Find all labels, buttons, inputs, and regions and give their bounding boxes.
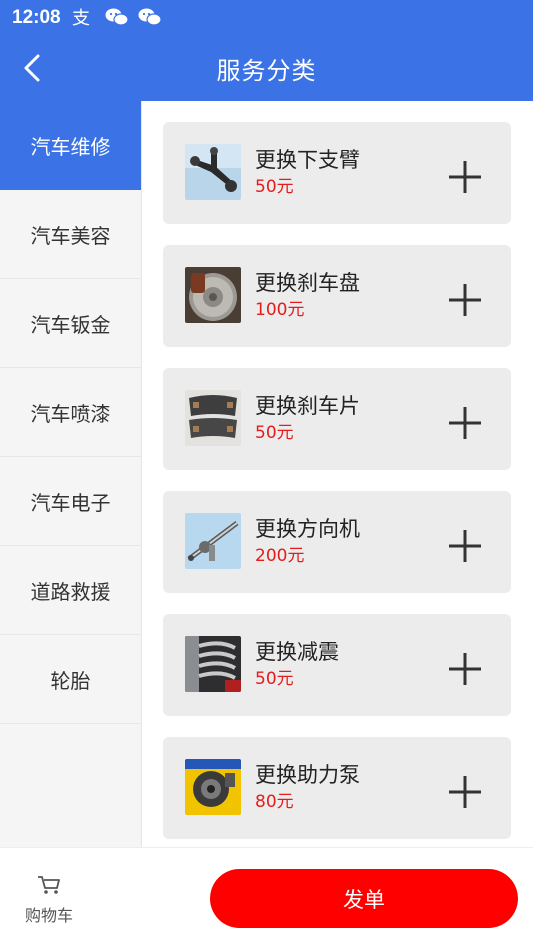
category-label: 汽车钣金 <box>30 312 111 337</box>
service-price: 50元 <box>255 669 294 689</box>
plus-icon <box>449 407 481 439</box>
wechat-icon <box>137 6 162 28</box>
service-card[interactable]: 更换下支臂 50元 <box>163 122 511 224</box>
submit-order-button[interactable]: 发单 <box>210 869 518 928</box>
cart-icon <box>38 876 60 894</box>
service-name: 更换减震 <box>255 640 339 664</box>
service-card[interactable]: 更换刹车盘 100元 <box>163 245 511 347</box>
plus-icon <box>449 776 481 808</box>
service-card[interactable]: 更换减震 50元 <box>163 614 511 716</box>
control-arm-image <box>185 144 241 200</box>
category-item-tires[interactable]: 轮胎 <box>0 635 141 724</box>
service-list: 更换下支臂 50元 更换刹车盘 100元 更换刹车片 50元 更换方向机 200… <box>163 122 511 860</box>
service-name: 更换刹车盘 <box>255 271 360 295</box>
category-item-road-rescue[interactable]: 道路救援 <box>0 546 141 635</box>
category-label: 道路救援 <box>30 579 111 604</box>
add-button[interactable] <box>445 280 485 320</box>
brake-pads-image <box>185 390 241 446</box>
category-item-car-repair[interactable]: 汽车维修 <box>0 101 141 190</box>
service-name: 更换刹车片 <box>255 394 360 418</box>
wechat-icon <box>104 6 129 28</box>
service-name: 更换方向机 <box>255 517 360 541</box>
category-item-car-beauty[interactable]: 汽车美容 <box>0 190 141 279</box>
service-name: 更换下支臂 <box>255 148 360 172</box>
service-price: 80元 <box>255 792 294 812</box>
plus-icon <box>449 161 481 193</box>
service-price: 50元 <box>255 177 294 197</box>
alipay-icon: 支 <box>70 6 94 29</box>
brake-disc-image <box>185 267 241 323</box>
steering-rack-image <box>185 513 241 569</box>
service-price: 100元 <box>255 300 305 320</box>
category-label: 汽车电子 <box>30 490 111 515</box>
add-button[interactable] <box>445 403 485 443</box>
page-title: 服务分类 <box>216 57 317 85</box>
service-card[interactable]: 更换方向机 200元 <box>163 491 511 593</box>
category-item-spray-paint[interactable]: 汽车喷漆 <box>0 368 141 457</box>
category-label: 轮胎 <box>50 668 91 693</box>
add-button[interactable] <box>445 526 485 566</box>
shock-absorber-image <box>185 636 241 692</box>
service-card[interactable]: 更换助力泵 80元 <box>163 737 511 839</box>
category-label: 汽车美容 <box>30 223 111 248</box>
add-button[interactable] <box>445 772 485 812</box>
category-sidebar: 汽车维修 汽车美容 汽车钣金 汽车喷漆 汽车电子 道路救援 轮胎 <box>0 101 142 847</box>
status-time: 12:08 <box>12 7 61 28</box>
category-item-sheet-metal[interactable]: 汽车钣金 <box>0 279 141 368</box>
add-button[interactable] <box>445 157 485 197</box>
power-steering-pump-image <box>185 759 241 815</box>
plus-icon <box>449 284 481 316</box>
plus-icon <box>449 530 481 562</box>
svg-text:支: 支 <box>72 8 90 28</box>
service-name: 更换助力泵 <box>255 763 360 787</box>
cart-button[interactable]: 购物车 <box>14 874 84 926</box>
add-button[interactable] <box>445 649 485 689</box>
plus-icon <box>449 653 481 685</box>
service-price: 50元 <box>255 423 294 443</box>
category-item-car-electronics[interactable]: 汽车电子 <box>0 457 141 546</box>
bottom-bar: 购物车 发单 <box>0 847 533 949</box>
status-bar: 12:08 支 <box>0 0 533 36</box>
category-label: 汽车喷漆 <box>30 401 111 426</box>
cart-label: 购物车 <box>24 906 73 925</box>
service-price: 200元 <box>255 546 305 566</box>
submit-label: 发单 <box>343 887 385 912</box>
app-bar: 服务分类 <box>0 36 533 101</box>
service-card[interactable]: 更换刹车片 50元 <box>163 368 511 470</box>
category-label: 汽车维修 <box>30 134 111 159</box>
